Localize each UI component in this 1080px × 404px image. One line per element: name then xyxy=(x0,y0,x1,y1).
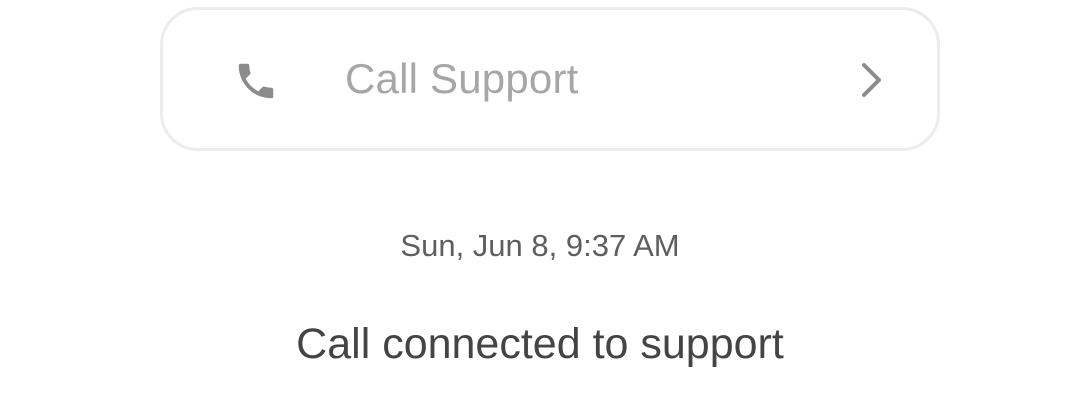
call-status-message: Call connected to support xyxy=(296,320,784,368)
chevron-right-icon xyxy=(862,63,881,97)
call-support-button[interactable]: Call Support xyxy=(160,7,940,151)
phone-icon xyxy=(238,63,274,99)
call-support-label: Call Support xyxy=(345,55,579,102)
support-page: Call Support Sun, Jun 8, 9:37 AM Call co… xyxy=(0,0,1080,404)
event-timestamp: Sun, Jun 8, 9:37 AM xyxy=(400,228,680,263)
